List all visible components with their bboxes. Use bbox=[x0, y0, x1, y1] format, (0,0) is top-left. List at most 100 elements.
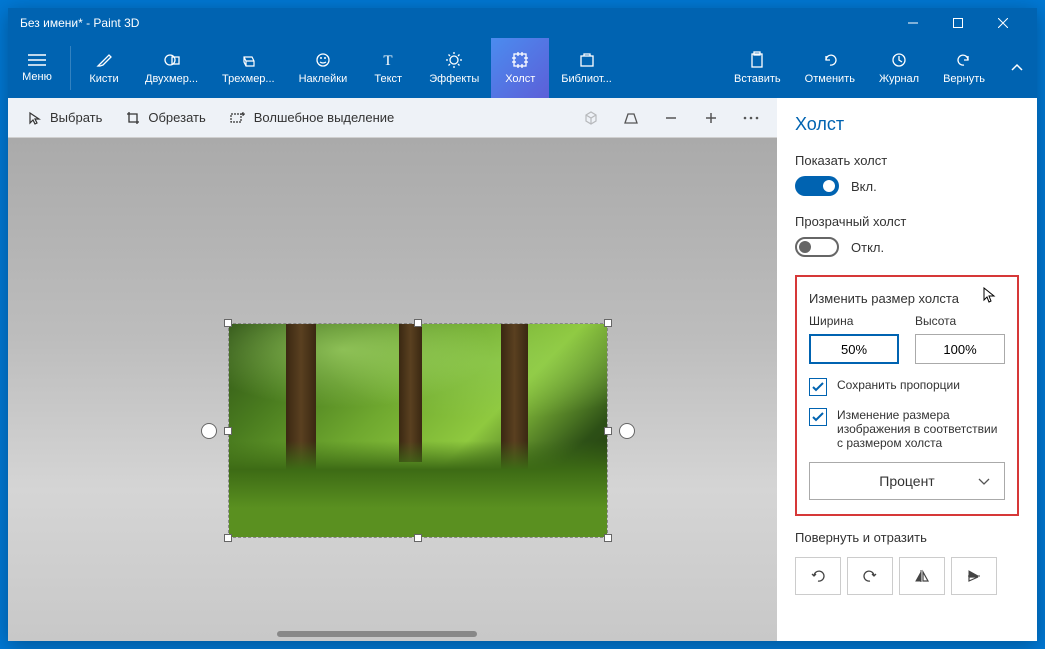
chevron-up-icon bbox=[1010, 63, 1024, 73]
history-button[interactable]: Журнал bbox=[867, 38, 931, 98]
paste-icon bbox=[748, 51, 766, 69]
text-label: Текст bbox=[374, 73, 402, 85]
stickers-tab[interactable]: Наклейки bbox=[287, 38, 360, 98]
select-tool[interactable]: Выбрать bbox=[16, 104, 114, 131]
brush-icon bbox=[95, 51, 113, 69]
resize-handle-tl[interactable] bbox=[224, 319, 232, 327]
canvas-label: Холст bbox=[505, 73, 535, 85]
sticker-icon bbox=[314, 51, 332, 69]
dimension-row: Ширина Высота bbox=[809, 314, 1005, 364]
resize-image-checkbox[interactable] bbox=[809, 408, 827, 426]
more-button[interactable] bbox=[733, 102, 769, 134]
show-canvas-label: Показать холст bbox=[795, 153, 1019, 168]
resize-handle-tm[interactable] bbox=[414, 319, 422, 327]
paste-button[interactable]: Вставить bbox=[722, 38, 793, 98]
ribbon-right: Вставить Отменить Журнал Вернуть bbox=[722, 38, 1037, 98]
history-label: Журнал bbox=[879, 73, 919, 85]
effects-icon bbox=[445, 51, 463, 69]
resize-handle-br[interactable] bbox=[604, 534, 612, 542]
history-icon bbox=[890, 51, 908, 69]
redo-button[interactable]: Вернуть bbox=[931, 38, 997, 98]
undo-button[interactable]: Отменить bbox=[793, 38, 867, 98]
flip-horizontal-button[interactable] bbox=[899, 557, 945, 595]
rotate-title: Повернуть и отразить bbox=[795, 530, 1019, 545]
app-window: Без имени* - Paint 3D Меню Кисти Двухмер… bbox=[8, 8, 1037, 641]
left-area: Выбрать Обрезать Волшебное выделение bbox=[8, 98, 777, 641]
canvas-tab[interactable]: Холст bbox=[491, 38, 549, 98]
library-label: Библиот... bbox=[561, 73, 612, 85]
cursor-icon bbox=[28, 111, 42, 125]
library-tab[interactable]: Библиот... bbox=[549, 38, 624, 98]
zoom-in-button[interactable] bbox=[693, 102, 729, 134]
transparent-section: Прозрачный холст Откл. bbox=[795, 214, 1019, 257]
magic-label: Волшебное выделение bbox=[254, 110, 395, 125]
panel-title: Холст bbox=[795, 114, 1019, 135]
toggle-on-label: Вкл. bbox=[851, 179, 877, 194]
rotate-ccw-button[interactable] bbox=[795, 557, 841, 595]
select-label: Выбрать bbox=[50, 110, 102, 125]
canvas-icon bbox=[511, 51, 529, 69]
resize-handle-ml[interactable] bbox=[224, 427, 232, 435]
menu-button[interactable]: Меню bbox=[8, 38, 66, 98]
resize-title: Изменить размер холста bbox=[809, 291, 1005, 306]
lock-aspect-label: Сохранить пропорции bbox=[837, 378, 960, 392]
maximize-button[interactable] bbox=[935, 8, 980, 38]
transparent-label: Прозрачный холст bbox=[795, 214, 1019, 229]
resize-handle-mr[interactable] bbox=[604, 427, 612, 435]
canvas-viewport[interactable] bbox=[8, 138, 777, 641]
hamburger-icon bbox=[28, 53, 46, 67]
library-icon bbox=[578, 51, 596, 69]
lock-aspect-checkbox[interactable] bbox=[809, 378, 827, 396]
view3d-button[interactable] bbox=[573, 102, 609, 134]
shapes2d-tab[interactable]: Двухмер... bbox=[133, 38, 210, 98]
shapes3d-icon bbox=[239, 51, 257, 69]
brushes-tab[interactable]: Кисти bbox=[75, 38, 133, 98]
stickers-label: Наклейки bbox=[299, 73, 348, 85]
rotate-cw-button[interactable] bbox=[847, 557, 893, 595]
minimize-button[interactable] bbox=[890, 8, 935, 38]
resize-handle-bl[interactable] bbox=[224, 534, 232, 542]
undo-icon bbox=[821, 51, 839, 69]
width-input[interactable] bbox=[809, 334, 899, 364]
unit-dropdown[interactable]: Процент bbox=[809, 462, 1005, 500]
brushes-label: Кисти bbox=[89, 73, 118, 85]
close-button[interactable] bbox=[980, 8, 1025, 38]
canvas-selection[interactable] bbox=[228, 323, 608, 538]
magic-select-tool[interactable]: Волшебное выделение bbox=[218, 104, 407, 131]
rotate-handle-right[interactable] bbox=[619, 423, 635, 439]
text-tab[interactable]: T Текст bbox=[359, 38, 417, 98]
undo-label: Отменить bbox=[805, 73, 855, 85]
main-area: Выбрать Обрезать Волшебное выделение bbox=[8, 98, 1037, 641]
text-icon: T bbox=[379, 51, 397, 69]
rotate-handle-left[interactable] bbox=[201, 423, 217, 439]
transparent-toggle[interactable] bbox=[795, 237, 839, 257]
toggle-off-label: Откл. bbox=[851, 240, 884, 255]
window-title: Без имени* - Paint 3D bbox=[20, 16, 890, 30]
collapse-ribbon-button[interactable] bbox=[997, 38, 1037, 98]
unit-value: Процент bbox=[879, 473, 934, 489]
effects-tab[interactable]: Эффекты bbox=[417, 38, 491, 98]
menu-label: Меню bbox=[22, 71, 52, 83]
redo-icon bbox=[955, 51, 973, 69]
paste-label: Вставить bbox=[734, 73, 781, 85]
flip-vertical-button[interactable] bbox=[951, 557, 997, 595]
toolbar-right bbox=[573, 102, 769, 134]
height-label: Высота bbox=[915, 314, 1005, 328]
horizontal-scrollbar[interactable] bbox=[277, 631, 477, 637]
ribbon: Меню Кисти Двухмер... Трехмер... Наклейк… bbox=[8, 38, 1037, 98]
height-input[interactable] bbox=[915, 334, 1005, 364]
shapes3d-tab[interactable]: Трехмер... bbox=[210, 38, 287, 98]
cursor-icon bbox=[983, 287, 997, 305]
titlebar: Без имени* - Paint 3D bbox=[8, 8, 1037, 38]
magic-icon bbox=[230, 111, 246, 125]
width-label: Ширина bbox=[809, 314, 899, 328]
window-controls bbox=[890, 8, 1025, 38]
effects-label: Эффекты bbox=[429, 73, 479, 85]
show-canvas-toggle[interactable] bbox=[795, 176, 839, 196]
resize-handle-tr[interactable] bbox=[604, 319, 612, 327]
zoom-out-button[interactable] bbox=[653, 102, 689, 134]
resize-handle-bm[interactable] bbox=[414, 534, 422, 542]
perspective-button[interactable] bbox=[613, 102, 649, 134]
crop-tool[interactable]: Обрезать bbox=[114, 104, 217, 131]
crop-icon bbox=[126, 111, 140, 125]
